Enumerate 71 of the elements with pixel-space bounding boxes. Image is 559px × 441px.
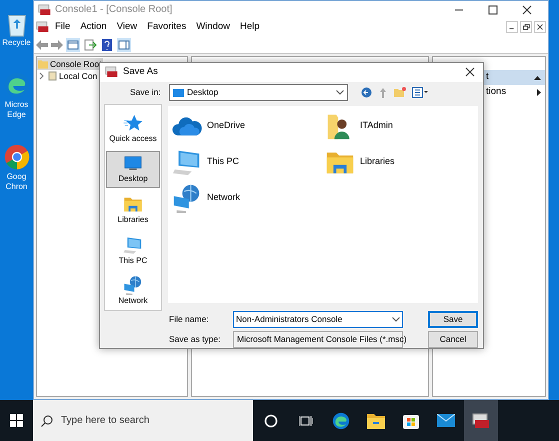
file-name-field[interactable]: Non-Administrators Console	[233, 311, 403, 328]
menu-item[interactable]: Action	[76, 20, 111, 34]
field-label: Save as type:	[169, 333, 222, 346]
cancel-button[interactable]: Cancel	[428, 331, 478, 348]
view-menu-icon[interactable]	[412, 87, 428, 98]
help-icon[interactable]	[100, 38, 114, 52]
close-icon[interactable]	[522, 4, 532, 14]
place-item[interactable]: Network	[106, 272, 160, 310]
collapse-arrow-icon[interactable]	[534, 75, 541, 80]
console-tree-icon[interactable]	[66, 38, 80, 52]
place-item[interactable]: This PC	[106, 232, 160, 270]
desktop-icon-label: Edge	[7, 110, 26, 120]
chevron-down-icon	[336, 90, 344, 96]
new-folder-icon[interactable]	[394, 87, 406, 98]
forward-arrow-icon[interactable]	[51, 40, 63, 50]
menu-item[interactable]: Help	[236, 20, 264, 34]
mail-icon	[437, 414, 455, 427]
menu-item[interactable]: Window	[192, 20, 234, 34]
edge-icon	[331, 410, 351, 430]
pane-menu-entry[interactable]: tions	[486, 85, 537, 100]
close-icon[interactable]	[465, 67, 475, 78]
action-pane-icon[interactable]	[117, 38, 131, 52]
chevron-right-icon[interactable]	[39, 72, 45, 80]
menu-item[interactable]: View	[112, 20, 142, 34]
taskbar-app[interactable]	[464, 400, 498, 441]
circle-icon	[264, 414, 278, 428]
desktop-icon-label: Micros	[4, 100, 28, 110]
folder-shortcut[interactable]: Libraries	[325, 146, 395, 178]
menu-item[interactable]: File	[51, 20, 74, 34]
search-field[interactable]: Type here to search	[33, 400, 253, 441]
computer-icon	[123, 234, 143, 255]
field-label: Save in:	[130, 86, 162, 100]
network-icon	[172, 183, 202, 213]
folder-shortcut[interactable]: Network	[172, 182, 240, 214]
desktop-icon-label: Goog	[6, 172, 26, 182]
store-bag-icon	[403, 412, 419, 429]
windows-start-icon[interactable]	[10, 414, 23, 427]
search-icon	[41, 414, 53, 426]
folder-shortcut[interactable]: This PC	[172, 146, 240, 178]
chevron-down-icon	[392, 317, 400, 322]
toolbox-icon	[38, 4, 51, 16]
back-arrow-icon[interactable]	[36, 40, 48, 50]
toolbox-icon	[105, 66, 118, 78]
maximize-icon[interactable]	[488, 4, 498, 14]
submenu-arrow-icon	[537, 89, 541, 96]
save-button[interactable]: Save	[428, 311, 478, 328]
place-item[interactable]: Libraries	[106, 191, 160, 229]
field-label: File name:	[169, 313, 210, 326]
star-icon	[123, 112, 143, 133]
folder-shortcut[interactable]: ITAdmin	[325, 110, 393, 142]
desktop-icon	[173, 88, 184, 97]
tree-item[interactable]: Local Con	[59, 70, 98, 82]
toolbox-icon	[472, 412, 490, 428]
task-view-icon	[299, 414, 313, 428]
desktop-icon-label: Recycle	[2, 38, 31, 48]
window-title: Console1 - [Console Root]	[55, 3, 174, 17]
actions-header: t	[486, 70, 490, 84]
desktop-icon-label: Chron	[6, 182, 28, 192]
dialog-title: Save As	[123, 65, 159, 80]
restore-icon[interactable]	[520, 21, 532, 33]
network-icon	[123, 275, 143, 296]
menu-item[interactable]: Favorites	[143, 20, 190, 34]
place-item[interactable]: Quick access	[106, 110, 160, 148]
location-dropdown[interactable]: Desktop	[169, 84, 348, 102]
place-item[interactable]: Desktop	[106, 150, 160, 188]
toolbox-icon	[36, 21, 49, 33]
back-icon[interactable]	[361, 87, 372, 98]
folder-shortcut[interactable]: OneDrive	[172, 110, 246, 142]
export-list-icon[interactable]	[83, 38, 97, 52]
folder-icon	[38, 60, 48, 68]
folder-icon	[367, 412, 385, 428]
